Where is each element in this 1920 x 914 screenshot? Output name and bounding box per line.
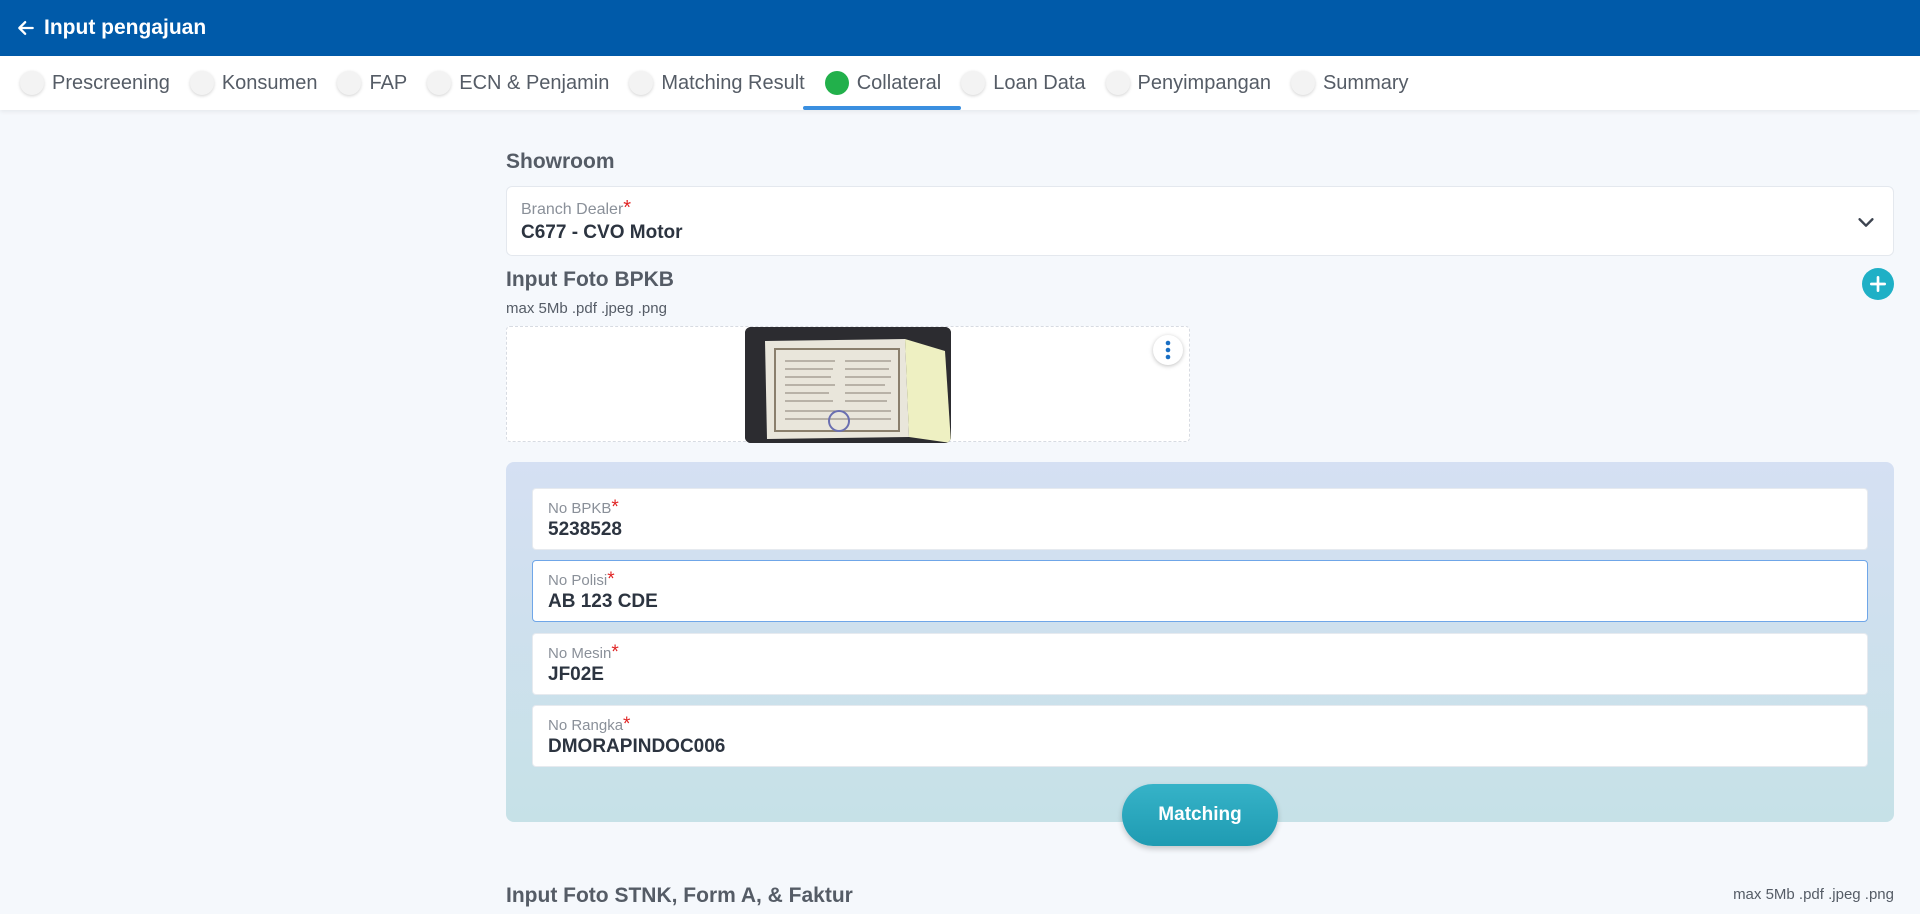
tab-label: ECN & Penjamin (459, 71, 610, 94)
more-vertical-icon (1165, 340, 1171, 360)
plus-icon (1870, 276, 1886, 292)
bpkb-detail-panel: No BPKB* 5238528 No Polisi* AB 123 CDE N… (506, 462, 1894, 846)
required-mark: * (623, 714, 631, 735)
bpkb-document-image (745, 327, 951, 443)
no-mesin-label: No Mesin (548, 645, 612, 662)
showroom-title: Showroom (506, 150, 615, 173)
no-mesin-value: JF02E (548, 664, 604, 685)
bpkb-upload-title: Input Foto BPKB (506, 268, 674, 291)
no-polisi-label: No Polisi (548, 572, 608, 589)
app-header: Input pengajuan (0, 0, 1920, 56)
no-mesin-field[interactable]: No Mesin* JF02E (532, 633, 1868, 695)
tab-fap[interactable]: FAP (335, 56, 425, 110)
tab-collateral[interactable]: Collateral (802, 56, 962, 110)
branch-dealer-select[interactable]: Branch Dealer* C677 - CVO Motor (506, 186, 1894, 256)
tab-label: Konsumen (221, 71, 318, 94)
page-title: Input pengajuan (44, 16, 207, 39)
no-polisi-value: AB 123 CDE (548, 591, 658, 612)
step-tabs: Prescreening Konsumen FAP ECN & Penjamin… (0, 56, 1920, 110)
tab-label: FAP (369, 71, 408, 94)
required-mark: * (611, 497, 619, 518)
tab-prescreening[interactable]: Prescreening (18, 56, 188, 110)
branch-dealer-label: Branch Dealer (521, 201, 624, 218)
stnk-upload-title: Input Foto STNK, Form A, & Faktur (506, 884, 853, 907)
no-rangka-label: No Rangka (548, 717, 624, 734)
tab-label: Penyimpangan (1137, 71, 1271, 94)
chevron-down-icon[interactable] (1855, 211, 1877, 233)
tab-label: Summary (1322, 71, 1409, 94)
tab-label: Prescreening (52, 71, 170, 94)
matching-button[interactable]: Matching (1122, 784, 1278, 846)
tab-summary[interactable]: Summary (1289, 56, 1427, 110)
tab-loan-data[interactable]: Loan Data (959, 56, 1103, 110)
tab-ecn-penjamin[interactable]: ECN & Penjamin (425, 56, 627, 110)
step-status-icon (629, 71, 654, 95)
stnk-upload-hint: max 5Mb .pdf .jpeg .png (1733, 886, 1894, 903)
bpkb-upload-hint: max 5Mb .pdf .jpeg .png (506, 300, 667, 317)
add-photo-button[interactable] (1862, 268, 1894, 300)
tab-label: Matching Result (661, 71, 805, 94)
branch-dealer-value: C677 - CVO Motor (521, 222, 683, 243)
back-button[interactable] (16, 18, 36, 38)
photo-options-button[interactable] (1153, 335, 1183, 365)
collateral-form: Showroom Branch Dealer* C677 - CVO Motor… (506, 150, 1894, 907)
step-status-icon (427, 71, 452, 95)
required-mark: * (607, 569, 615, 590)
no-bpkb-value: 5238528 (548, 519, 622, 540)
bpkb-dropzone[interactable] (506, 326, 1190, 443)
no-polisi-field[interactable]: No Polisi* AB 123 CDE (532, 560, 1868, 622)
required-mark: * (611, 642, 619, 663)
required-mark: * (623, 197, 632, 219)
step-status-icon (189, 71, 214, 95)
tab-matching-result[interactable]: Matching Result (627, 56, 822, 110)
tab-konsumen[interactable]: Konsumen (188, 56, 336, 110)
tab-label: Loan Data (993, 71, 1086, 94)
no-rangka-value: DMORAPINDOC006 (548, 736, 726, 757)
tab-label: Collateral (856, 71, 942, 94)
step-status-icon (1290, 71, 1315, 95)
no-bpkb-label: No BPKB (548, 500, 612, 517)
bpkb-photo-thumbnail[interactable] (745, 327, 951, 443)
no-bpkb-field[interactable]: No BPKB* 5238528 (532, 488, 1868, 550)
step-active-icon (824, 71, 849, 95)
step-status-icon (1105, 71, 1130, 95)
no-rangka-field[interactable]: No Rangka* DMORAPINDOC006 (532, 705, 1868, 767)
step-status-icon (20, 71, 44, 95)
step-status-icon (337, 71, 362, 95)
step-status-icon (961, 71, 986, 95)
tab-penyimpangan[interactable]: Penyimpangan (1104, 56, 1289, 110)
arrow-left-icon (18, 21, 34, 35)
